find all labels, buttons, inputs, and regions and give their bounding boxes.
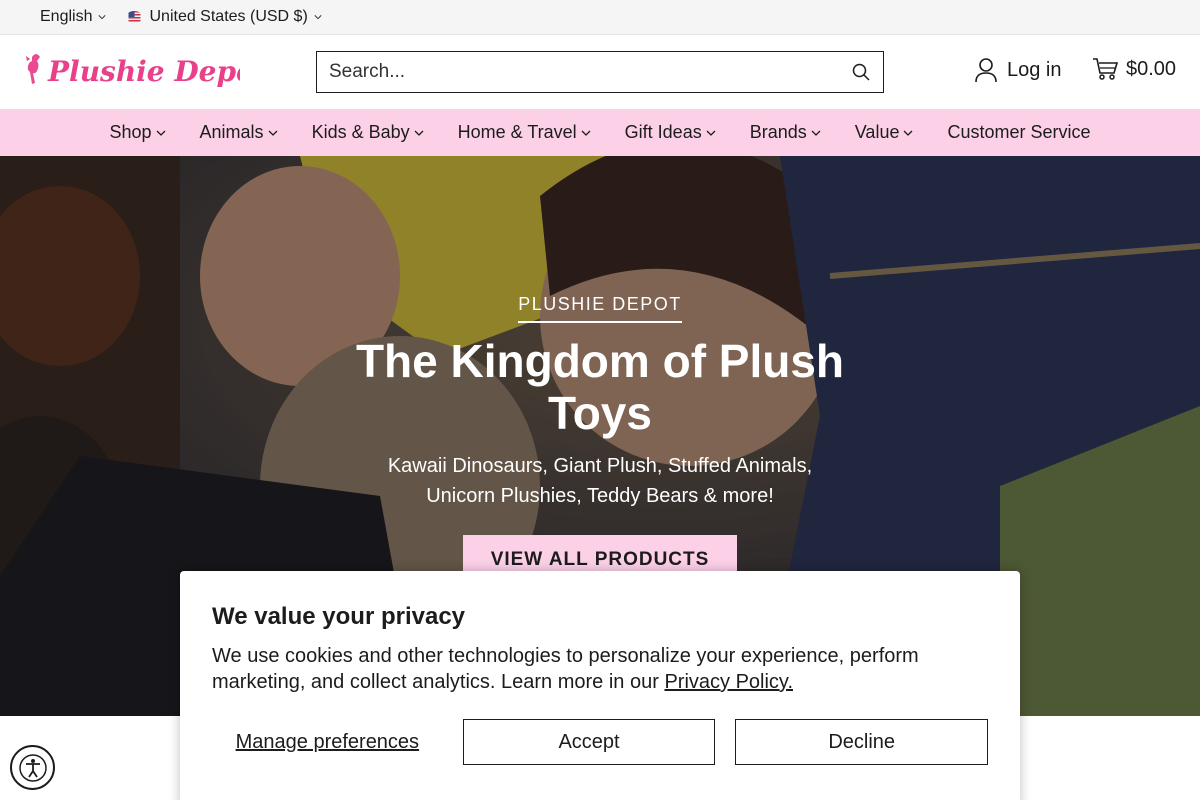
chevron-down-icon <box>904 130 913 136</box>
nav-item-customer-service[interactable]: Customer Service <box>930 122 1107 143</box>
decline-button[interactable]: Decline <box>735 719 988 765</box>
hero-title-line: The Kingdom of Plush <box>355 335 845 387</box>
hero-subtitle-line: Kawaii Dinosaurs, Giant Plush, Stuffed A… <box>387 455 813 477</box>
search-box <box>316 51 884 93</box>
utility-bar: English United States (USD $) <box>0 0 1200 35</box>
nav-item-home-travel[interactable]: Home & Travel <box>441 122 608 143</box>
login-label: Log in <box>1007 58 1062 81</box>
nav-item-label: Kids & Baby <box>311 122 410 142</box>
nav-item-value[interactable]: Value <box>838 122 931 143</box>
chevron-down-icon <box>268 130 278 136</box>
nav-item-label: Shop <box>109 122 152 142</box>
accessibility-button[interactable] <box>10 745 55 790</box>
hero-subtitle-line: Unicorn Plushies, Teddy Bears & more! <box>426 485 774 507</box>
cart-total: $0.00 <box>1126 57 1177 80</box>
site-header: Plushie Depot Log in $0.00 <box>0 35 1200 109</box>
accessibility-icon <box>18 753 47 782</box>
nav-item-brands[interactable]: Brands <box>733 122 838 143</box>
hero-eyebrow: PLUSHIE DEPOT <box>518 294 682 323</box>
hero-subtitle: Kawaii Dinosaurs, Giant Plush, Stuffed A… <box>0 451 1200 511</box>
chevron-down-icon <box>706 130 716 136</box>
plushie-depot-logo[interactable]: Plushie Depot <box>24 49 240 93</box>
privacy-policy-link[interactable]: Privacy Policy. <box>664 671 793 693</box>
cookie-text: We use cookies and other technologies to… <box>212 643 988 695</box>
chevron-down-icon <box>581 130 591 136</box>
cookie-consent-banner: We value your privacy We use cookies and… <box>180 571 1020 800</box>
search-icon[interactable] <box>851 62 871 82</box>
nav-item-animals[interactable]: Animals <box>183 122 295 143</box>
hero-title-line: Toys <box>548 387 652 439</box>
nav-item-label: Customer Service <box>947 122 1091 142</box>
cookie-actions: Manage preferences Accept Decline <box>212 719 988 765</box>
region-selector[interactable]: United States (USD $) <box>126 8 322 26</box>
manage-preferences-link[interactable]: Manage preferences <box>212 731 443 754</box>
user-icon <box>975 58 997 83</box>
cart-link[interactable]: $0.00 <box>1092 57 1176 81</box>
cart-icon <box>1093 58 1118 80</box>
cookie-body: We use cookies and other technologies to… <box>212 645 919 693</box>
nav-item-label: Value <box>854 122 900 142</box>
nav-item-gift-ideas[interactable]: Gift Ideas <box>608 122 733 143</box>
nav-item-label: Home & Travel <box>457 122 577 142</box>
chevron-down-icon <box>811 130 821 136</box>
chevron-down-icon <box>314 15 322 20</box>
logo-text: Plushie Depot <box>47 55 240 88</box>
language-label: English <box>40 8 93 25</box>
chevron-down-icon <box>414 130 424 136</box>
language-selector[interactable]: English <box>40 8 107 26</box>
nav-item-label: Gift Ideas <box>624 122 702 142</box>
hero-content: PLUSHIE DEPOT The Kingdom of Plush Toys … <box>0 294 1200 585</box>
nav-item-kids-baby[interactable]: Kids & Baby <box>295 122 441 143</box>
search-input[interactable] <box>329 61 851 83</box>
hero-title: The Kingdom of Plush Toys <box>0 335 1200 439</box>
chevron-down-icon <box>156 130 165 136</box>
nav-item-shop[interactable]: Shop <box>92 122 182 143</box>
flag-us-icon <box>128 11 141 23</box>
chevron-down-icon <box>98 15 107 20</box>
nav-item-label: Brands <box>749 122 807 142</box>
nav-item-label: Animals <box>199 122 264 142</box>
login-link[interactable]: Log in <box>974 57 1062 83</box>
region-label: United States (USD $) <box>149 8 308 25</box>
main-nav: Shop Animals Kids & Baby Home & Travel G… <box>0 109 1200 156</box>
accept-button[interactable]: Accept <box>462 719 716 765</box>
cookie-title: We value your privacy <box>212 603 466 630</box>
